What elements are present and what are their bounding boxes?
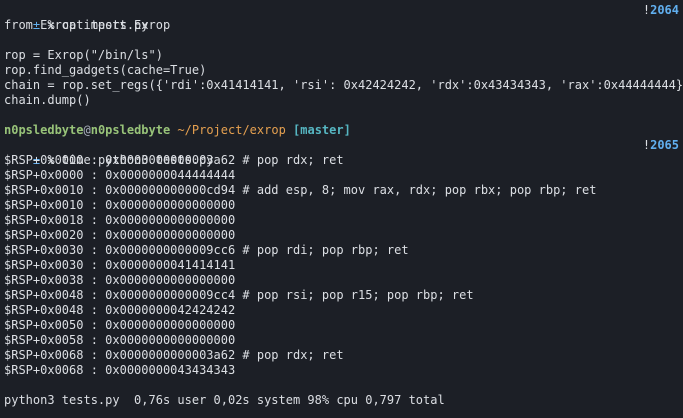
output-line: $RSP+0x0048 : 0x0000000000009cc4 # pop r… — [4, 288, 474, 302]
output-line: $RSP+0x0000 : 0x0000000000003a62 # pop r… — [4, 153, 344, 167]
output-line: $RSP+0x0030 : 0x0000000000009cc6 # pop r… — [4, 243, 409, 257]
prompt-branch: [master] — [285, 123, 351, 137]
output-line: $RSP+0x0020 : 0x0000000000000000 — [4, 228, 236, 242]
prompt-line-1: ± % cat tests.py !2064 — [4, 3, 679, 32]
file-line: chain.dump() — [4, 93, 91, 107]
output-line: $RSP+0x0068 : 0x0000000043434343 — [4, 363, 236, 377]
file-line: rop = Exrop("/bin/ls") — [4, 48, 163, 62]
prompt-user: n0psledbyte — [4, 123, 84, 137]
file-line — [4, 33, 679, 48]
output-line: $RSP+0x0068 : 0x0000000000003a62 # pop r… — [4, 348, 344, 362]
terminal-window[interactable]: ± % cat tests.py !2064 from Exrop import… — [0, 0, 683, 418]
prompt-path: ~/Project/exrop — [170, 123, 286, 137]
history-number: !2064 — [642, 3, 679, 17]
output-line: $RSP+0x0010 : 0x0000000000000000 — [4, 198, 236, 212]
output-line: $RSP+0x0030 : 0x0000000041414141 — [4, 258, 236, 272]
file-line — [4, 108, 679, 123]
output-line: $RSP+0x0010 : 0x000000000000cd94 # add e… — [4, 183, 597, 197]
prompt-host: n0psledbyte — [90, 123, 171, 137]
output-line: $RSP+0x0000 : 0x0000000044444444 — [4, 168, 236, 182]
output-line: $RSP+0x0038 : 0x0000000000000000 — [4, 273, 236, 287]
file-line: from Exrop import Exrop — [4, 18, 171, 32]
time-summary-line: python3 tests.py 0,76s user 0,02s system… — [4, 393, 445, 407]
prompt-header: n0psledbyte@n0psledbyte ~/Project/exrop … — [4, 123, 679, 138]
output-line: $RSP+0x0058 : 0x0000000000000000 — [4, 333, 236, 347]
prompt-line-2: ± % time python3 tests.py !2065 — [4, 138, 679, 167]
output-line: $RSP+0x0018 : 0x0000000000000000 — [4, 213, 236, 227]
history-number: !2065 — [642, 138, 679, 152]
file-line: chain = rop.set_regs({'rdi':0x41414141, … — [4, 78, 683, 92]
prompt-at: @ — [83, 123, 91, 137]
file-line: rop.find_gadgets(cache=True) — [4, 63, 207, 77]
output-line: $RSP+0x0048 : 0x0000000042424242 — [4, 303, 236, 317]
output-line: $RSP+0x0050 : 0x0000000000000000 — [4, 318, 236, 332]
